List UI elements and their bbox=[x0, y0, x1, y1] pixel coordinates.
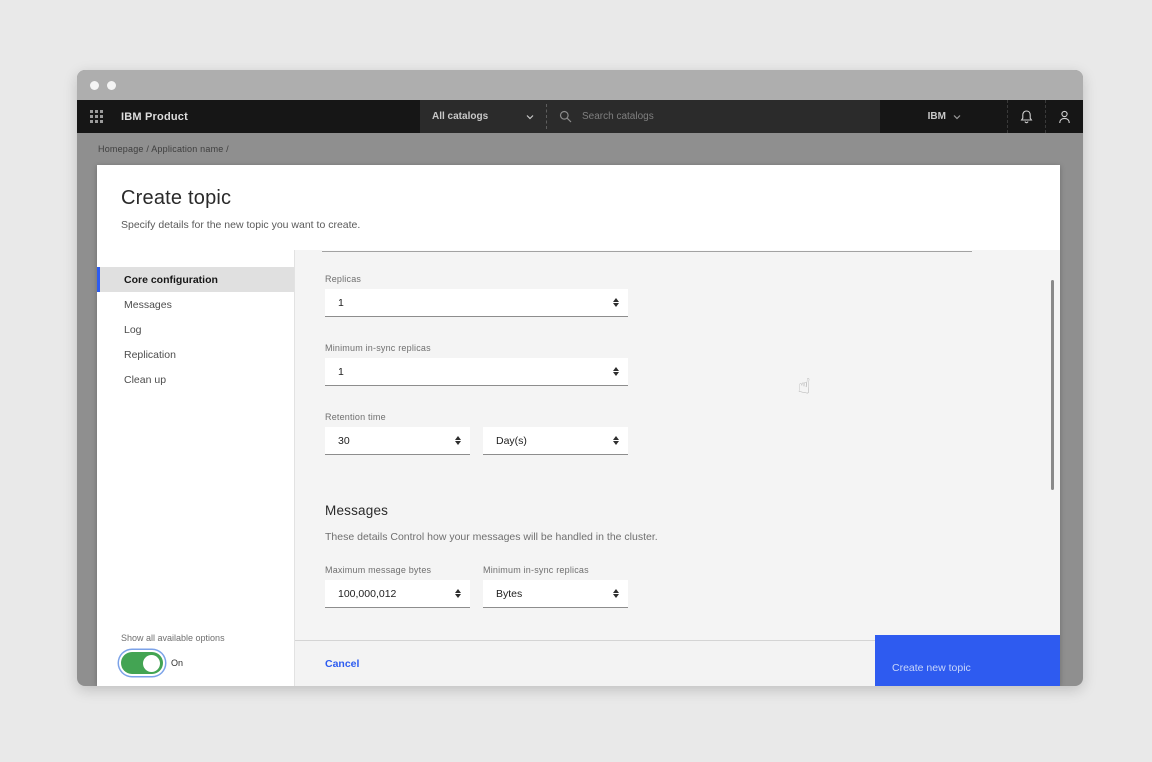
number-stepper[interactable] bbox=[455, 580, 461, 607]
toggle-label: Show all available options bbox=[121, 633, 225, 643]
retention-time-label: Retention time bbox=[325, 412, 1060, 422]
cancel-button[interactable]: Cancel bbox=[325, 658, 359, 670]
page-title: Create topic bbox=[121, 187, 1036, 210]
replicas-input[interactable] bbox=[325, 289, 628, 316]
window-control-dot[interactable] bbox=[90, 81, 99, 90]
create-topic-modal: Create topic Specify details for the new… bbox=[97, 165, 1060, 686]
min-insync-bytes-field bbox=[483, 580, 628, 608]
clipped-next-field: … bbox=[325, 624, 385, 628]
user-button[interactable] bbox=[1045, 100, 1083, 133]
app-switcher-button[interactable] bbox=[77, 100, 115, 133]
search-icon bbox=[559, 110, 572, 123]
account-dropdown[interactable]: IBM bbox=[914, 100, 1007, 133]
select-stepper[interactable] bbox=[613, 427, 619, 454]
messages-section-title: Messages bbox=[325, 503, 1060, 518]
nav-item-label: Clean up bbox=[124, 374, 166, 386]
nav-item-label: Replication bbox=[124, 349, 176, 361]
user-icon bbox=[1058, 110, 1071, 124]
chevron-down-icon bbox=[526, 113, 534, 121]
retention-value-field bbox=[325, 427, 470, 455]
window-control-dot[interactable] bbox=[107, 81, 116, 90]
number-stepper[interactable] bbox=[613, 289, 619, 316]
notifications-button[interactable] bbox=[1007, 100, 1045, 133]
nav-item-core-configuration[interactable]: Core configuration bbox=[97, 267, 294, 292]
toggle-knob bbox=[143, 655, 160, 672]
retention-unit-select[interactable] bbox=[483, 427, 628, 454]
scrolled-input-edge bbox=[322, 250, 972, 252]
create-new-topic-button[interactable]: Create new topic bbox=[875, 635, 1060, 686]
catalogs-dropdown-label: All catalogs bbox=[432, 111, 488, 122]
modal-header: Create topic Specify details for the new… bbox=[97, 165, 1060, 250]
modal-body: Core configuration Messages Log Replicat… bbox=[97, 250, 1060, 686]
search-input[interactable] bbox=[582, 111, 868, 122]
min-insync-bytes-label: Minimum in-sync replicas bbox=[483, 565, 628, 575]
nav-item-label: Messages bbox=[124, 299, 172, 311]
max-message-bytes-input[interactable] bbox=[325, 580, 470, 607]
select-stepper[interactable] bbox=[613, 580, 619, 607]
app-header: IBM Product All catalogs bbox=[77, 100, 1083, 133]
form-area: Replicas Minimum in-sync replicas Retent… bbox=[295, 250, 1060, 686]
max-message-bytes-label: Maximum message bytes bbox=[325, 565, 470, 575]
breadcrumb-band: Homepage / Application name / bbox=[77, 133, 1083, 165]
desktop-background: IBM Product All catalogs bbox=[0, 0, 1152, 762]
header-right-zone: IBM bbox=[914, 100, 1083, 133]
window-titlebar bbox=[77, 70, 1083, 100]
min-insync-replicas-input[interactable] bbox=[325, 358, 628, 385]
number-stepper[interactable] bbox=[613, 358, 619, 385]
nav-item-messages[interactable]: Messages bbox=[97, 292, 294, 317]
nav-item-replication[interactable]: Replication bbox=[97, 342, 294, 367]
page-subtitle: Specify details for the new topic you wa… bbox=[121, 219, 1036, 231]
messages-section-description: These details Control how your messages … bbox=[325, 531, 1060, 543]
catalogs-dropdown[interactable]: All catalogs bbox=[420, 100, 546, 133]
show-options-toggle[interactable] bbox=[121, 652, 163, 674]
grid-icon bbox=[90, 110, 103, 123]
toggle-state-label: On bbox=[171, 658, 183, 668]
min-insync-replicas-field bbox=[325, 358, 628, 386]
nav-item-label: Log bbox=[124, 324, 142, 336]
brand-title: IBM Product bbox=[115, 100, 188, 133]
breadcrumb[interactable]: Homepage / Application name / bbox=[98, 144, 229, 154]
account-dropdown-label: IBM bbox=[928, 111, 946, 122]
max-message-bytes-field bbox=[325, 580, 470, 608]
number-stepper[interactable] bbox=[455, 427, 461, 454]
chevron-down-icon bbox=[953, 113, 961, 121]
nav-item-log[interactable]: Log bbox=[97, 317, 294, 342]
section-nav: Core configuration Messages Log Replicat… bbox=[97, 250, 295, 686]
retention-value-input[interactable] bbox=[325, 427, 470, 454]
bell-icon bbox=[1020, 110, 1033, 124]
min-insync-bytes-select[interactable] bbox=[483, 580, 628, 607]
nav-item-label: Core configuration bbox=[124, 274, 218, 286]
app-window: IBM Product All catalogs bbox=[77, 70, 1083, 686]
search-field[interactable] bbox=[547, 100, 880, 133]
header-middle-band: All catalogs bbox=[420, 100, 880, 133]
replicas-field bbox=[325, 289, 628, 317]
min-insync-replicas-label: Minimum in-sync replicas bbox=[325, 343, 1060, 353]
nav-item-clean-up[interactable]: Clean up bbox=[97, 367, 294, 392]
show-options-block: Show all available options On bbox=[121, 633, 225, 674]
retention-unit-field bbox=[483, 427, 628, 455]
replicas-label: Replicas bbox=[325, 274, 1060, 284]
vertical-scrollbar-thumb[interactable] bbox=[1051, 280, 1054, 490]
